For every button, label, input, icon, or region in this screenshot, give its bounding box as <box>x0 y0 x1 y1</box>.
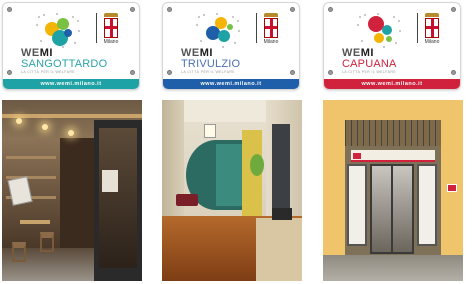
screw-icon <box>167 70 172 75</box>
screw-icon <box>290 7 295 12</box>
city-label: Milano <box>103 39 119 45</box>
storefront-photo <box>323 100 463 281</box>
location-sign: Milano WEMI CAPUANA LA CITTÀ PER IL WELF… <box>323 2 461 90</box>
wemi-logo-icon <box>36 13 80 48</box>
screw-icon <box>451 70 456 75</box>
location-sign: Milano WEMI SANGOTTARDO LA CITTÀ PER IL … <box>2 2 140 90</box>
milano-crest-icon: Milano <box>423 13 441 45</box>
screw-icon <box>7 70 12 75</box>
website-url: www.wemi.milano.it <box>324 79 460 89</box>
location-name: SANGOTTARDO <box>21 58 108 70</box>
screw-icon <box>7 7 12 12</box>
screw-icon <box>328 70 333 75</box>
city-label: Milano <box>263 39 279 45</box>
interior-photo <box>162 100 302 281</box>
milano-crest-icon: Milano <box>102 13 120 45</box>
website-url: www.wemi.milano.it <box>3 79 139 89</box>
location-card-sangottardo: Milano WEMI SANGOTTARDO LA CITTÀ PER IL … <box>2 0 144 284</box>
screw-icon <box>328 7 333 12</box>
location-name: CAPUANA <box>342 58 397 70</box>
location-sign: Milano WEMI TRIVULZIO LA CITTÀ PER IL WE… <box>162 2 300 90</box>
tagline: LA CITTÀ PER IL WELFARE <box>181 70 235 74</box>
location-name: TRIVULZIO <box>181 58 241 70</box>
screw-icon <box>451 7 456 12</box>
divider <box>256 13 257 43</box>
screw-icon <box>130 7 135 12</box>
wemi-logo-icon <box>357 13 401 48</box>
screw-icon <box>167 7 172 12</box>
location-card-trivulzio: Milano WEMI TRIVULZIO LA CITTÀ PER IL WE… <box>162 0 304 284</box>
location-card-capuana: Milano WEMI CAPUANA LA CITTÀ PER IL WELF… <box>323 0 465 284</box>
screw-icon <box>290 70 295 75</box>
milano-crest-icon: Milano <box>262 13 280 45</box>
divider <box>96 13 97 43</box>
wemi-logo-icon <box>196 13 240 48</box>
screw-icon <box>130 70 135 75</box>
divider <box>417 13 418 43</box>
tagline: LA CITTÀ PER IL WELFARE <box>21 70 75 74</box>
storefront-photo <box>2 100 142 281</box>
website-url: www.wemi.milano.it <box>163 79 299 89</box>
tagline: LA CITTÀ PER IL WELFARE <box>342 70 396 74</box>
city-label: Milano <box>424 39 440 45</box>
